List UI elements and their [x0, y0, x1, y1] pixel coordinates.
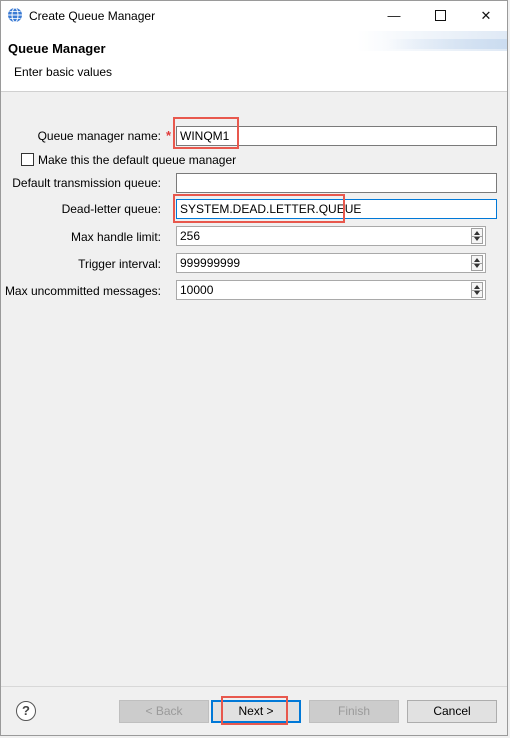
max-handle-spinner[interactable] [471, 228, 483, 244]
deadletter-queue-input[interactable]: SYSTEM.DEAD.LETTER.QUEUE [176, 199, 497, 219]
required-marker: * [166, 128, 172, 143]
title-bar: Create Queue Manager — ✕ [1, 1, 507, 31]
spin-down-icon[interactable] [474, 291, 480, 295]
max-uncommitted-label: Max uncommitted messages: [4, 284, 161, 298]
create-queue-manager-dialog: Create Queue Manager — ✕ Queue Manager E… [0, 0, 508, 736]
window-title: Create Queue Manager [29, 9, 156, 23]
maximize-button[interactable] [417, 1, 463, 31]
close-icon: ✕ [480, 8, 492, 23]
maximize-icon [434, 10, 446, 22]
trigger-interval-value: 999999999 [180, 256, 241, 270]
max-uncommitted-value: 10000 [180, 283, 214, 297]
transmission-queue-input[interactable] [176, 173, 497, 193]
max-uncommitted-spinner[interactable] [471, 282, 483, 298]
qm-name-input[interactable]: WINQM1 [176, 126, 497, 146]
minimize-icon: — [387, 8, 401, 23]
help-icon[interactable]: ? [16, 701, 36, 721]
minimize-button[interactable]: — [371, 1, 417, 31]
trigger-interval-spinner[interactable] [471, 255, 483, 271]
spin-up-icon[interactable] [474, 285, 480, 289]
globe-icon [8, 7, 22, 23]
max-handle-input[interactable]: 256 [176, 226, 486, 246]
max-handle-value: 256 [180, 229, 201, 243]
trigger-interval-input[interactable]: 999999999 [176, 253, 486, 273]
page-title: Queue Manager [8, 41, 106, 56]
default-qm-checkbox[interactable] [21, 153, 34, 166]
header-decoration-stripe [387, 39, 507, 49]
next-button[interactable]: Next > [211, 700, 301, 723]
finish-button[interactable]: Finish [309, 700, 399, 723]
qm-name-label: Queue manager name: [37, 129, 161, 143]
back-button[interactable]: < Back [119, 700, 209, 723]
trigger-interval-label: Trigger interval: [78, 257, 161, 271]
spin-down-icon[interactable] [474, 237, 480, 241]
cancel-button[interactable]: Cancel [407, 700, 497, 723]
page-subtitle: Enter basic values [14, 65, 113, 79]
transmission-queue-label: Default transmission queue: [12, 176, 161, 190]
max-uncommitted-input[interactable]: 10000 [176, 280, 486, 300]
spin-up-icon[interactable] [474, 231, 480, 235]
spin-down-icon[interactable] [474, 264, 480, 268]
wizard-header: Queue Manager Enter basic values [1, 31, 507, 92]
max-handle-label: Max handle limit: [70, 230, 161, 244]
button-bar-separator [1, 686, 507, 687]
close-button[interactable]: ✕ [463, 1, 509, 31]
spin-up-icon[interactable] [474, 258, 480, 262]
default-qm-label[interactable]: Make this the default queue manager [38, 153, 236, 167]
deadletter-queue-label: Dead-letter queue: [61, 202, 161, 216]
